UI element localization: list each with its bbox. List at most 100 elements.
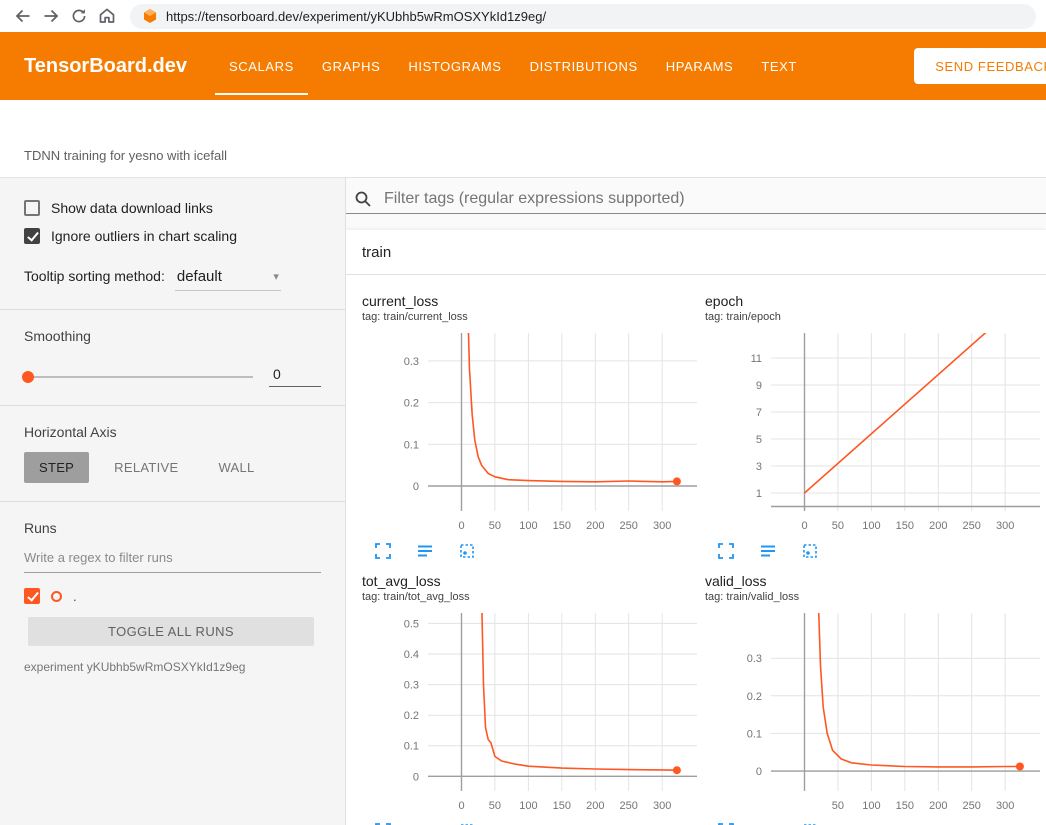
reload-icon [70, 7, 88, 25]
divider [0, 501, 345, 502]
tab-distributions[interactable]: DISTRIBUTIONS [516, 32, 652, 100]
chart-title: epoch [705, 293, 1042, 309]
svg-text:100: 100 [862, 800, 880, 812]
fit-domain-icon[interactable] [801, 543, 819, 561]
svg-text:250: 250 [620, 520, 638, 532]
svg-text:11: 11 [751, 353, 762, 365]
address-bar[interactable]: https://tensorboard.dev/experiment/yKUbh… [130, 4, 1036, 29]
svg-text:200: 200 [586, 520, 604, 532]
line-chart[interactable]: 0501001502002503001357911 [705, 329, 1042, 539]
tab-histograms[interactable]: HISTOGRAMS [394, 32, 515, 100]
scalars-dashboard: train current_loss tag: train/current_lo… [346, 178, 1046, 825]
line-chart[interactable]: 5010015020025030000.10.20.3 [705, 609, 1042, 819]
tab-scalars[interactable]: SCALARS [215, 32, 308, 100]
brand-title[interactable]: TensorBoard.dev [24, 32, 187, 100]
back-button[interactable] [10, 3, 36, 29]
expand-icon[interactable] [374, 543, 392, 561]
reload-button[interactable] [66, 3, 92, 29]
svg-text:0.3: 0.3 [404, 680, 419, 692]
chart-card-valid-loss: valid_loss tag: train/valid_loss 5010015… [705, 573, 1042, 825]
svg-text:0.1: 0.1 [404, 439, 419, 451]
svg-text:0.1: 0.1 [404, 741, 419, 753]
axis-wall-button[interactable]: WALL [203, 452, 269, 483]
tab-text[interactable]: TEXT [747, 32, 811, 100]
svg-text:150: 150 [553, 520, 571, 532]
forward-icon [41, 6, 61, 26]
ignore-outliers-checkbox-row[interactable]: Ignore outliers in chart scaling [24, 222, 321, 250]
svg-text:50: 50 [832, 800, 844, 812]
svg-text:200: 200 [586, 800, 604, 812]
line-chart[interactable]: 05010015020025030000.10.20.30.40.5 [362, 609, 699, 819]
svg-text:300: 300 [653, 520, 671, 532]
chart-tag: tag: train/tot_avg_loss [362, 591, 699, 603]
svg-text:0: 0 [756, 766, 762, 778]
svg-text:0.5: 0.5 [404, 618, 419, 630]
line-chart[interactable]: 05010015020025030000.10.20.3 [362, 329, 699, 539]
tag-filter-input[interactable] [382, 189, 1046, 209]
svg-text:0.4: 0.4 [404, 649, 419, 661]
run-color-icon[interactable] [51, 591, 62, 602]
svg-text:150: 150 [553, 800, 571, 812]
nav-tabs: SCALARSGRAPHSHISTOGRAMSDISTRIBUTIONSHPAR… [215, 32, 811, 100]
chart-tag: tag: train/current_loss [362, 311, 699, 323]
run-name: . [73, 589, 77, 604]
chart-tag: tag: train/valid_loss [705, 591, 1042, 603]
chart-actions [362, 543, 699, 561]
chart-tag: tag: train/epoch [705, 311, 1042, 323]
ignore-outliers-label: Ignore outliers in chart scaling [51, 228, 237, 244]
runs-filter-input[interactable] [24, 542, 321, 573]
search-icon [354, 190, 372, 208]
forward-button[interactable] [38, 3, 64, 29]
run-checkbox[interactable] [24, 588, 40, 604]
chart-actions [705, 543, 1042, 561]
browser-toolbar: https://tensorboard.dev/experiment/yKUbh… [0, 0, 1046, 32]
toggle-all-runs-button[interactable]: TOGGLE ALL RUNS [28, 617, 314, 646]
home-button[interactable] [94, 3, 120, 29]
tooltip-sorting-value: default [177, 268, 222, 285]
svg-text:250: 250 [963, 800, 981, 812]
tab-hparams[interactable]: HPARAMS [652, 32, 748, 100]
chart-title: valid_loss [705, 573, 1042, 589]
ignore-outliers-checkbox[interactable] [24, 228, 40, 244]
show-download-links-checkbox[interactable] [24, 200, 40, 216]
home-icon [97, 6, 117, 26]
run-row[interactable]: . [24, 585, 321, 607]
settings-sidebar: Show data download links Ignore outliers… [0, 178, 346, 825]
tooltip-sorting-select[interactable]: default ▾ [175, 268, 281, 291]
fit-domain-icon[interactable] [458, 543, 476, 561]
svg-text:0.3: 0.3 [747, 653, 762, 665]
axis-buttons: STEP RELATIVE WALL [24, 452, 321, 483]
menu-lines-icon[interactable] [759, 543, 777, 561]
tab-graphs[interactable]: GRAPHS [308, 32, 395, 100]
svg-text:150: 150 [896, 520, 914, 532]
expand-icon[interactable] [717, 543, 735, 561]
divider [0, 405, 345, 406]
svg-text:200: 200 [929, 520, 947, 532]
smoothing-value-input[interactable]: 0 [269, 366, 321, 387]
svg-text:0: 0 [458, 800, 464, 812]
svg-text:100: 100 [862, 520, 880, 532]
svg-text:0: 0 [458, 520, 464, 532]
svg-text:300: 300 [996, 520, 1014, 532]
train-section-header[interactable]: train [346, 230, 1046, 275]
svg-text:100: 100 [519, 520, 537, 532]
smoothing-slider[interactable] [24, 376, 253, 378]
svg-text:5: 5 [756, 434, 762, 446]
svg-text:1: 1 [756, 488, 762, 500]
axis-step-button[interactable]: STEP [24, 452, 89, 483]
caret-down-icon: ▾ [273, 270, 279, 283]
smoothing-slider-thumb[interactable] [22, 371, 34, 383]
show-download-links-checkbox-row[interactable]: Show data download links [24, 194, 321, 222]
svg-text:3: 3 [756, 461, 762, 473]
svg-text:0.2: 0.2 [404, 398, 419, 410]
menu-lines-icon[interactable] [416, 543, 434, 561]
experiment-id-label: experiment yKUbhb5wRmOSXYkId1z9eg [24, 660, 321, 674]
experiment-title-bar: TDNN training for yesno with icefall [0, 100, 1046, 178]
tooltip-sorting-label: Tooltip sorting method: [24, 268, 165, 284]
chart-title: current_loss [362, 293, 699, 309]
send-feedback-button[interactable]: SEND FEEDBACK [914, 48, 1046, 84]
svg-text:300: 300 [996, 800, 1014, 812]
axis-relative-button[interactable]: RELATIVE [99, 452, 193, 483]
show-download-links-label: Show data download links [51, 200, 213, 216]
train-section-card: train current_loss tag: train/current_lo… [346, 230, 1046, 825]
